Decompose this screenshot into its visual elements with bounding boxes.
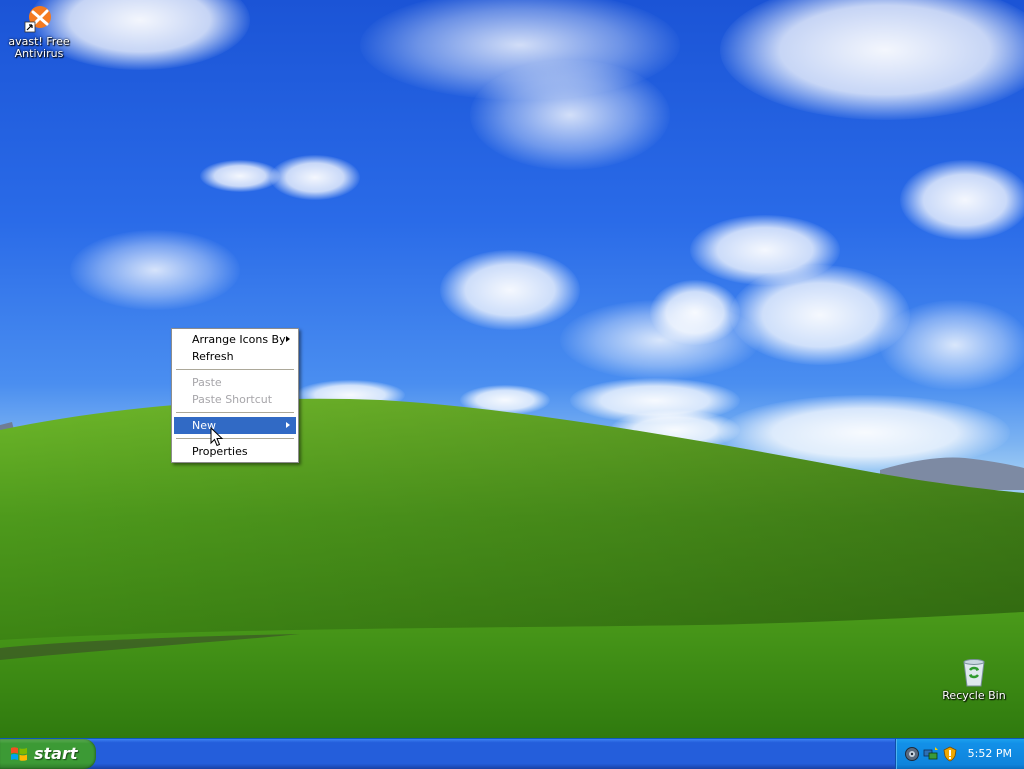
start-label: start xyxy=(34,744,78,763)
menu-item-paste: Paste xyxy=(174,374,296,391)
taskbar: start 5:52 PM xyxy=(0,738,1024,769)
menu-item-label: Refresh xyxy=(192,350,234,363)
network-icon[interactable] xyxy=(923,746,939,762)
recycle-bin-icon xyxy=(958,656,990,688)
avast-antivirus-icon xyxy=(23,2,55,34)
mouse-cursor-icon xyxy=(210,427,224,447)
desktop-context-menu: Arrange Icons By Refresh Paste Paste Sho… xyxy=(171,328,299,463)
desktop-icon-label: Recycle Bin xyxy=(942,689,1006,702)
submenu-arrow-icon xyxy=(286,422,290,428)
menu-item-refresh[interactable]: Refresh xyxy=(174,348,296,365)
volume-icon[interactable] xyxy=(904,746,920,762)
security-alert-icon[interactable] xyxy=(942,746,958,762)
menu-item-label: Paste xyxy=(192,376,222,389)
windows-logo-icon xyxy=(11,747,27,761)
menu-separator xyxy=(176,369,294,370)
clock[interactable]: 5:52 PM xyxy=(968,739,1012,769)
menu-item-label: Arrange Icons By xyxy=(192,333,286,346)
menu-item-paste-shortcut: Paste Shortcut xyxy=(174,391,296,408)
desktop-icon-avast[interactable]: avast! Free Antivirus xyxy=(1,2,77,60)
submenu-arrow-icon xyxy=(286,336,290,342)
menu-item-new[interactable]: New xyxy=(174,417,296,434)
menu-item-arrange-icons-by[interactable]: Arrange Icons By xyxy=(174,331,296,348)
menu-item-properties[interactable]: Properties xyxy=(174,443,296,460)
menu-separator xyxy=(176,438,294,439)
desktop-icon-recycle-bin[interactable]: Recycle Bin xyxy=(936,656,1012,702)
desktop-background[interactable]: avast! Free Antivirus Recycle Bin Arrang… xyxy=(0,0,1024,738)
desktop-icon-label: avast! Free Antivirus xyxy=(8,35,70,60)
menu-item-label: Paste Shortcut xyxy=(192,393,273,406)
menu-separator xyxy=(176,412,294,413)
system-tray: 5:52 PM xyxy=(895,739,1024,769)
green-hill xyxy=(0,398,1024,738)
start-button[interactable]: start xyxy=(0,739,96,769)
